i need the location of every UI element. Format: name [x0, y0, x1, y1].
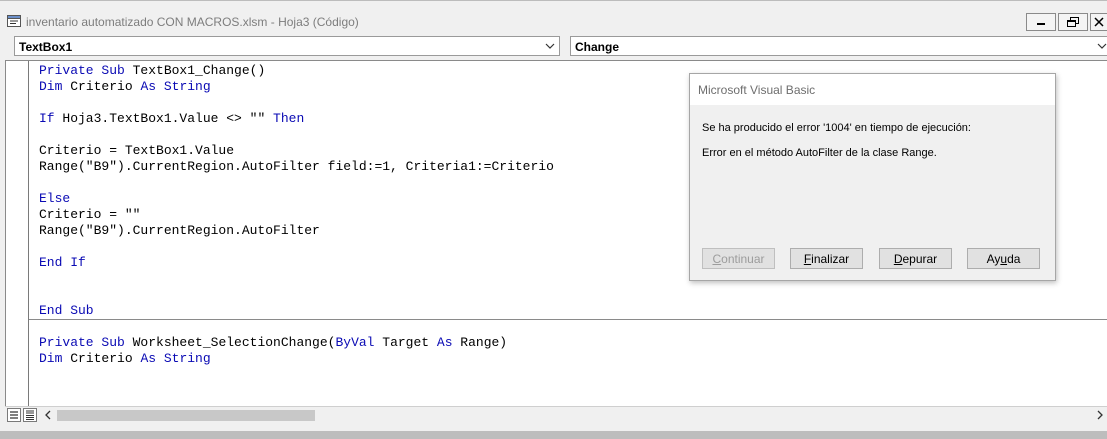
debug-button[interactable]: Depurar — [879, 248, 952, 269]
procedure-view-icon — [10, 411, 18, 419]
code-text: Hoja3.TextBox1.Value <> "" — [62, 111, 274, 126]
restore-button[interactable] — [1058, 13, 1088, 31]
code-line[interactable]: Else — [39, 191, 70, 207]
vba-module-icon — [7, 15, 21, 27]
code-line[interactable]: Range("B9").CurrentRegion.AutoFilter fie… — [39, 159, 554, 175]
scroll-left-icon[interactable] — [43, 410, 53, 420]
object-dropdown-value: TextBox1 — [19, 40, 73, 54]
code-line[interactable]: Dim Criterio As String — [39, 351, 211, 367]
continue-label-rest: ontinuar — [721, 251, 765, 266]
code-text: Range) — [460, 335, 508, 350]
help-button[interactable]: Ay u da — [967, 248, 1040, 269]
code-keyword: As — [436, 335, 461, 350]
code-keyword: As String — [140, 351, 211, 366]
full-module-view-button[interactable] — [23, 408, 37, 422]
code-keyword: Private Sub — [39, 335, 133, 350]
code-text: Criterio — [70, 79, 141, 94]
end-label-rest: inalizar — [811, 251, 850, 266]
full-module-view-icon — [26, 410, 34, 420]
code-keyword: ByVal — [335, 335, 383, 350]
code-line[interactable]: If Hoja3.TextBox1.Value <> "" Then — [39, 111, 304, 127]
code-text: Worksheet_SelectionChange( — [132, 335, 336, 350]
restore-icon — [1067, 17, 1079, 27]
code-keyword: Dim — [39, 79, 71, 94]
close-icon — [1094, 17, 1104, 27]
debug-label-rest: epurar — [902, 251, 938, 266]
code-line[interactable]: End If — [39, 255, 86, 271]
window-bottom-edge — [0, 431, 1107, 439]
scroll-right-icon[interactable] — [1095, 410, 1105, 420]
end-button[interactable]: Finalizar — [790, 248, 863, 269]
continue-button[interactable]: Continuar — [702, 248, 775, 269]
code-keyword: Private Sub — [39, 63, 133, 78]
window-title: inventario automatizado CON MACROS.xlsm … — [26, 15, 359, 29]
code-keyword: As String — [140, 79, 211, 94]
error-dialog: Microsoft Visual Basic Se ha producido e… — [689, 73, 1056, 281]
horizontal-scrollbar-thumb[interactable] — [57, 410, 315, 421]
debug-label-ul: D — [893, 251, 903, 266]
minimize-icon — [1037, 23, 1045, 25]
code-text: Criterio = "" — [39, 207, 141, 222]
help-label-pre: Ay — [986, 251, 1001, 266]
help-label-rest: da — [1007, 251, 1021, 266]
chevron-down-icon — [545, 43, 555, 49]
object-dropdown[interactable]: TextBox1 — [14, 36, 560, 56]
minimize-button[interactable] — [1026, 13, 1056, 31]
close-button[interactable] — [1090, 13, 1107, 31]
code-keyword: If — [39, 111, 63, 126]
code-keyword: Else — [39, 191, 71, 206]
error-description: Error en el método AutoFilter de la clas… — [702, 147, 937, 159]
help-label-ul: u — [1000, 251, 1008, 266]
code-line[interactable]: Criterio = TextBox1.Value — [39, 143, 234, 159]
procedure-dropdown-value: Change — [575, 40, 620, 54]
code-text: Range("B9").CurrentRegion.AutoFilter fie… — [39, 159, 554, 174]
code-keyword: Then — [273, 111, 305, 126]
code-text: TextBox1_Change() — [132, 63, 266, 78]
code-window-bottom-bar — [5, 406, 1107, 424]
code-text: Target — [382, 335, 437, 350]
procedure-dropdown[interactable]: Change — [570, 36, 1107, 56]
procedure-separator — [29, 319, 1107, 320]
code-text: Range("B9").CurrentRegion.AutoFilter — [39, 223, 320, 238]
procedure-view-button[interactable] — [7, 408, 21, 422]
end-label-ul: F — [803, 251, 812, 266]
code-keyword: End If — [39, 255, 86, 270]
code-text: Criterio — [70, 351, 141, 366]
error-message: Se ha producido el error '1004' en tiemp… — [702, 122, 971, 134]
chevron-down-icon — [1097, 43, 1107, 49]
window-titlebar: inventario automatizado CON MACROS.xlsm … — [0, 0, 1107, 34]
code-text: Criterio = TextBox1.Value — [39, 143, 235, 158]
code-line[interactable]: End Sub — [39, 303, 94, 319]
code-line[interactable]: Criterio = "" — [39, 207, 140, 223]
code-line[interactable]: Dim Criterio As String — [39, 79, 211, 95]
code-keyword: Dim — [39, 351, 71, 366]
breakpoint-margin[interactable] — [6, 61, 29, 406]
dialog-title: Microsoft Visual Basic — [698, 83, 816, 97]
dialog-header: Microsoft Visual Basic — [690, 74, 1055, 105]
continue-label-ul: C — [712, 251, 722, 266]
code-keyword: End Sub — [39, 303, 94, 318]
code-line[interactable]: Range("B9").CurrentRegion.AutoFilter — [39, 223, 320, 239]
code-line[interactable]: Private Sub TextBox1_Change() — [39, 63, 265, 79]
code-line[interactable]: Private Sub Worksheet_SelectionChange(By… — [39, 335, 507, 351]
